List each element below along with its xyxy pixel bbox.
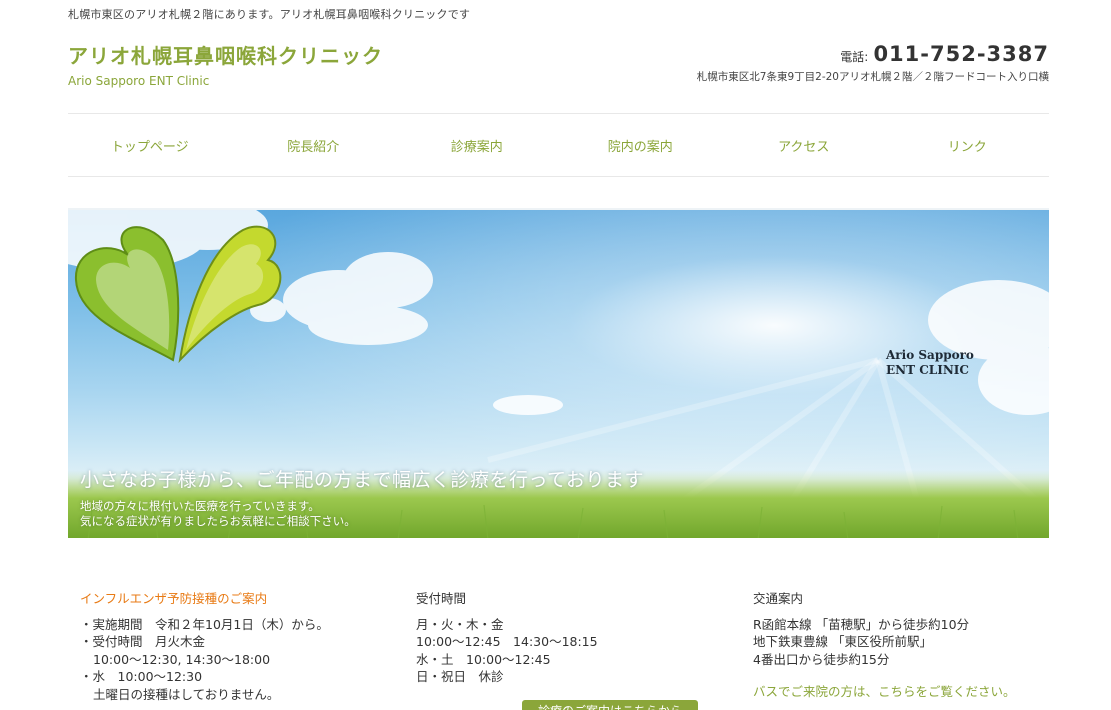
nav-item-links[interactable]: リンク	[886, 136, 1050, 155]
access-title: 交通案内	[753, 591, 804, 606]
bus-access-link[interactable]: バスでご来院の方は、こちらをご覧ください。	[753, 683, 1073, 701]
nav-item-facility[interactable]: 院内の案内	[559, 136, 723, 155]
hero-heading: 小さなお子様から、ご年配の方まで幅広く診療を行っております	[80, 469, 644, 491]
flu-vaccine-section: インフルエンザ予防接種のご案内 ・実施期間 令和２年10月1日（木）から。 ・受…	[80, 590, 400, 703]
clinic-address: 札幌市東区北7条東9丁目2-20アリオ札幌２階／２階フードコート入り口横	[696, 71, 1049, 83]
hours-line: 10:00～12:45 14:30～18:15	[416, 634, 598, 649]
flu-line: ・水 10:00～12:30	[80, 669, 203, 684]
access-line: R函館本線 「苗穂駅」から徒歩約10分	[753, 616, 970, 632]
logo-text-line2: ENT CLINIC	[886, 363, 969, 377]
logo-text: Ario Sapporo ENT CLINIC	[886, 348, 974, 378]
reception-hours-title: 受付時間	[416, 591, 467, 606]
clinic-name-en: Ario Sapporo ENT Clinic	[68, 74, 210, 88]
hours-line: 水・土 10:00～12:45	[416, 651, 551, 667]
hours-line: 日・祝日 休診	[416, 669, 504, 684]
hero-text-line2: 気になる症状が有りましたらお気軽にご相談下さい。	[80, 514, 356, 528]
logo-text-line1: Ario Sapporo	[886, 348, 974, 362]
hero-description: 地域の方々に根付いた医療を行っていきます。 気になる症状が有りましたらお気軽にご…	[80, 499, 356, 529]
hours-line: 月・火・木・金	[416, 616, 504, 632]
brand-block[interactable]: アリオ札幌耳鼻咽喉科クリニック Ario Sapporo ENT Clinic	[68, 40, 383, 88]
flu-line: 10:00～12:30, 14:30～18:00	[93, 651, 271, 667]
access-line: 地下鉄東豊線 「東区役所前駅」	[753, 634, 932, 649]
reception-hours-section: 受付時間 月・火・木・金 10:00～12:45 14:30～18:15 水・土…	[416, 590, 736, 686]
nav-item-top[interactable]: トップページ	[68, 136, 232, 155]
contact-block: 電話: 011-752-3387 札幌市東区北7条東9丁目2-20アリオ札幌２階…	[697, 42, 1049, 84]
access-section: 交通案内 R函館本線 「苗穂駅」から徒歩約10分 地下鉄東豊線 「東区役所前駅」…	[753, 590, 1073, 701]
nav-item-access[interactable]: アクセス	[722, 136, 886, 155]
site-tagline: 札幌市東区のアリオ札幌２階にあります。アリオ札幌耳鼻咽喉科クリニックです	[68, 8, 471, 21]
phone-number[interactable]: 011-752-3387	[873, 42, 1049, 66]
hero-banner: Ario Sapporo ENT CLINIC 小さなお子様から、ご年配の方まで…	[68, 208, 1049, 538]
flu-vaccine-title[interactable]: インフルエンザ予防接種のご案内	[80, 590, 400, 608]
phone-label: 電話:	[840, 50, 869, 64]
flu-line: ・実施期間 令和２年10月1日（木）から。	[80, 616, 329, 632]
flu-line: ・受付時間 月火木金	[80, 634, 206, 649]
flu-line: 土曜日の接種はしておりません。	[93, 686, 280, 702]
nav-item-director[interactable]: 院長紹介	[232, 136, 396, 155]
treatment-info-button[interactable]: 診療のご案内はこちらから	[522, 700, 698, 710]
main-nav: トップページ 院長紹介 診療案内 院内の案内 アクセス リンク	[68, 113, 1049, 177]
access-line: 4番出口から徒歩約15分	[753, 651, 890, 667]
clinic-name[interactable]: アリオ札幌耳鼻咽喉科クリニック	[68, 40, 383, 69]
hero-text-line1: 地域の方々に根付いた医療を行っていきます。	[80, 499, 320, 513]
nav-item-treatment[interactable]: 診療案内	[395, 136, 559, 155]
clinic-logo-icon	[74, 225, 282, 364]
phone-line: 電話: 011-752-3387	[697, 42, 1049, 66]
